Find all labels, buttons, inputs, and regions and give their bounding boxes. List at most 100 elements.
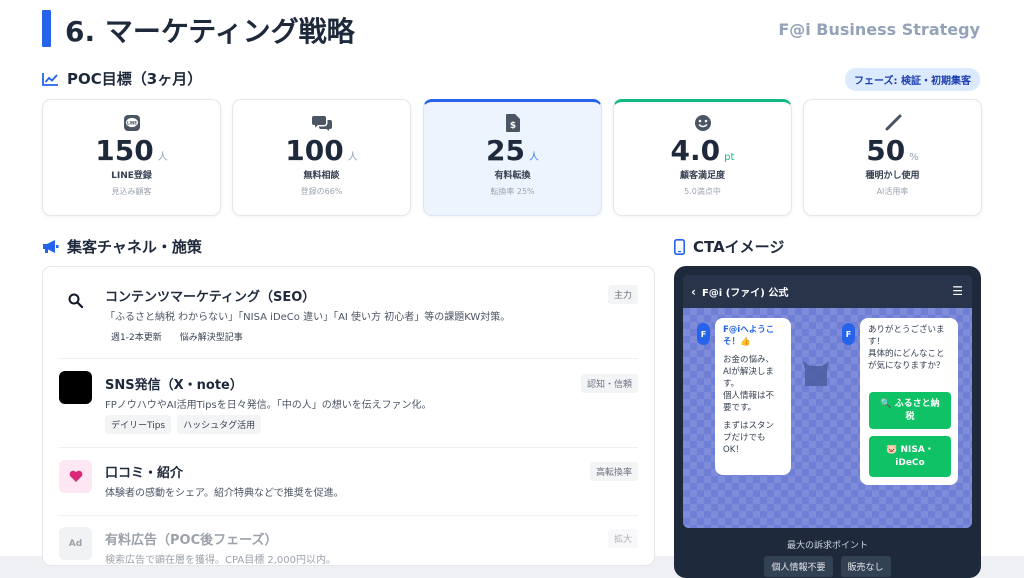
channel-desc: 体験者の感動をシェア。紹介特典などで推奨を促進。: [105, 488, 344, 499]
kpi-card-conversion: $ 25 人 有料転換 転換率 25%: [423, 99, 602, 216]
chat-header: ‹ F@i (ファイ) 公式 ☰: [683, 275, 972, 308]
kpi-sub: 見込み顧客: [111, 187, 152, 196]
bubble-greeting: F@iへようこそ！👍: [723, 325, 775, 347]
kpi-value: 4.0: [670, 134, 721, 167]
channel-chips: デイリーTips ハッシュタグ活用: [105, 415, 262, 434]
button-line: 🐷 NISA・: [886, 444, 934, 455]
channels-heading: 集客チャネル・施策: [42, 236, 202, 257]
kpi-label: 顧客満足度: [679, 171, 725, 181]
chevron-left-icon[interactable]: ‹: [691, 285, 696, 299]
kpi-sub: 登録の66%: [300, 187, 343, 196]
bubble-line: す！: [868, 337, 886, 347]
channel-tag: 高転換率: [589, 462, 638, 481]
channel-chip: デイリーTips: [105, 415, 172, 434]
smile-icon: [694, 115, 711, 131]
kpi-card-satisfaction: 4.0 pt 顧客満足度 5.0満点中: [613, 99, 792, 216]
cta-heading: CTAイメージ: [674, 236, 784, 257]
channel-chip: 悩み解決型記事: [179, 333, 243, 343]
chat-bubble-bot: F@iへようこそ！👍 お金の悩み、 AIが解決しま す。 個人情報は不 要です。…: [715, 318, 791, 475]
chat-title: F@i (ファイ) 公式: [701, 288, 789, 299]
kpi-unit: 人: [528, 152, 539, 163]
bubble-line: まずはスタン: [723, 421, 775, 431]
channel-chips: 週1-2本更新 悩み解決型記事: [105, 327, 249, 346]
channel-chip: 週1-2本更新: [111, 333, 162, 343]
title-accent-bar: [42, 10, 51, 47]
cta-footer-chips: 個人情報不要 販売なし: [674, 556, 981, 577]
chat-screen: ‹ F@i (ファイ) 公式 ☰ F F@iへようこそ！👍 お金の悩み、 AIが…: [683, 275, 972, 528]
avatar: F: [697, 323, 710, 345]
kpi-sub: 転換率 25%: [490, 187, 535, 196]
channel-title: SNS発信（X・note）: [105, 378, 243, 393]
kpi-card-line: LINE 150 人 LINE登録 見込み顧客: [42, 99, 221, 216]
svg-text:$: $: [509, 121, 515, 131]
cta-heading-label: CTAイメージ: [693, 238, 785, 256]
kpi-sub: 5.0満点中: [684, 187, 721, 196]
nisa-ideco-button[interactable]: 🐷 NISA・ iDeCo: [869, 436, 951, 477]
megaphone-icon: [43, 240, 59, 253]
kpi-card-ai-usage: 50% 種明かし使用 AI活用率: [803, 99, 982, 216]
bubble-line: 個人情報は不: [723, 391, 775, 401]
channel-desc: 検索広告で顕在層を獲得。CPA目標 2,000円以内。: [105, 555, 337, 566]
smartphone-icon: [674, 238, 685, 255]
file-invoice-dollar-icon: $: [505, 114, 520, 132]
kpi-label: LINE登録: [111, 171, 152, 181]
channel-title: コンテンツマーケティング（SEO）: [105, 290, 316, 305]
avatar: F: [842, 323, 855, 345]
button-line: 🔍 ふるさと納: [880, 398, 940, 409]
brand-label: F@i Business Strategy: [778, 20, 980, 39]
kpi-unit: 人: [157, 152, 168, 163]
bubble-line: OK！: [723, 445, 744, 455]
kpi-unit: 人: [347, 152, 358, 163]
kpi-value: 50: [866, 134, 906, 167]
cta-chip: 販売なし: [840, 556, 891, 577]
cat-icon: [803, 361, 829, 386]
cta-preview: ‹ F@i (ファイ) 公式 ☰ F F@iへようこそ！👍 お金の悩み、 AIが…: [674, 266, 981, 578]
channel-chip: ハッシュタグ活用: [177, 415, 262, 434]
page-title: 6. マーケティング戦略: [65, 15, 355, 48]
x-logo-icon: [59, 371, 92, 404]
line-icon: LINE: [123, 115, 140, 131]
kpi-unit: pt: [724, 152, 735, 163]
kpi-label: 無料相談: [303, 171, 340, 181]
furusato-button[interactable]: 🔍 ふるさと納 税: [869, 392, 951, 429]
cta-footer-title: 最大の訴求ポイント: [786, 541, 868, 551]
channel-tag: 主力: [607, 285, 638, 304]
channel-desc: 「ふるさと納税 わからない」「NISA iDeCo 違い」「AI 使い方 初心者…: [105, 312, 511, 323]
kpi-unit: %: [909, 152, 919, 163]
heart-icon: [59, 460, 92, 493]
kpi-card-consult: 100 人 無料相談 登録の66%: [232, 99, 411, 216]
bubble-line: 具体的にどんなこと: [868, 349, 945, 359]
channel-tag: 拡大: [607, 529, 638, 548]
bubble-line: 要です。: [723, 403, 757, 413]
kpi-value: 25: [486, 134, 525, 167]
ad-icon: Ad: [59, 527, 92, 560]
bubble-line: AIが解決しま: [723, 367, 774, 377]
channel-desc: FPノウハウやAI活用Tipsを日々発信。「中の人」の想いを伝えファン化。: [105, 400, 432, 411]
channels-panel: コンテンツマーケティング（SEO） 「ふるさと納税 わからない」「NISA iD…: [42, 266, 655, 566]
poc-heading-label: POC目標（3ヶ月）: [67, 70, 203, 88]
chart-line-icon: [42, 72, 58, 86]
chat-bubbles-icon: [311, 116, 332, 131]
menu-icon[interactable]: ☰: [952, 284, 963, 298]
kpi-sub: AI活用率: [876, 187, 909, 196]
search-icon: [59, 284, 92, 317]
magic-wand-icon: [885, 114, 901, 131]
button-line: 税: [905, 411, 915, 422]
channel-title: 有料広告（POC後フェーズ）: [105, 533, 278, 548]
channel-divider: [59, 358, 638, 359]
bubble-line: ありがとうございま: [868, 325, 945, 335]
phase-badge: フェーズ: 検証・初期集客: [845, 68, 980, 91]
channel-title: 口コミ・紹介: [105, 466, 184, 481]
bubble-line: お金の悩み、: [723, 355, 775, 365]
channel-tag: 認知・信頼: [580, 374, 638, 393]
channels-heading-label: 集客チャネル・施策: [67, 238, 202, 256]
svg-text:LINE: LINE: [126, 120, 136, 125]
button-line: iDeCo: [895, 457, 925, 468]
channel-divider: [59, 447, 638, 448]
channel-divider: [59, 515, 638, 516]
kpi-label: 種明かし使用: [865, 171, 920, 181]
cta-chip: 個人情報不要: [764, 556, 833, 577]
kpi-value: 150: [95, 134, 154, 167]
chat-background: F F@iへようこそ！👍 お金の悩み、 AIが解決しま す。 個人情報は不 要で…: [683, 308, 972, 528]
kpi-label: 有料転換: [494, 171, 531, 181]
